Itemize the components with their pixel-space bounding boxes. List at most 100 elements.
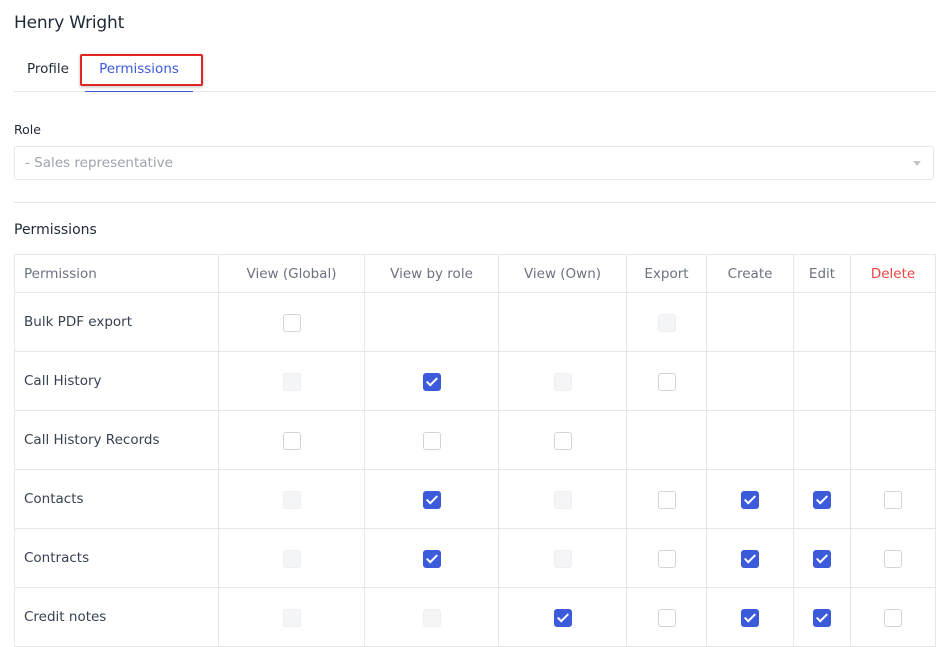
cell-export <box>626 528 707 588</box>
view-global-checkbox[interactable] <box>282 313 301 332</box>
col-edit: Edit <box>793 254 851 293</box>
cell-create <box>706 469 794 529</box>
create-checkbox[interactable] <box>741 490 759 509</box>
permission-name: Contacts <box>14 469 219 529</box>
cell-delete <box>850 528 936 588</box>
view-global-checkbox <box>282 608 301 627</box>
view-by-role-checkbox[interactable] <box>422 431 441 450</box>
cell-export <box>626 351 707 411</box>
col-create: Create <box>706 254 794 293</box>
caret-down-icon <box>913 161 921 166</box>
cell-view-own <box>498 351 627 411</box>
cell-view-by-role <box>364 587 499 647</box>
create-checkbox[interactable] <box>741 549 759 568</box>
export-checkbox[interactable] <box>657 608 676 627</box>
view-by-role-checkbox[interactable] <box>422 490 441 509</box>
tab-permissions[interactable]: Permissions <box>85 54 193 92</box>
view-global-checkbox[interactable] <box>282 431 301 450</box>
cell-view-global <box>218 292 365 352</box>
view-by-role-checkbox[interactable] <box>422 549 441 568</box>
col-export: Export <box>626 254 707 293</box>
cell-view-by-role <box>364 469 499 529</box>
edit-checkbox[interactable] <box>813 608 831 627</box>
table-row: Bulk PDF export <box>14 292 936 352</box>
export-checkbox[interactable] <box>657 549 676 568</box>
cell-create <box>706 528 794 588</box>
cell-view-global <box>218 469 365 529</box>
cell-edit <box>793 587 851 647</box>
cell-export <box>626 587 707 647</box>
cell-delete <box>850 292 936 352</box>
col-view-own: View (Own) <box>498 254 627 293</box>
permissions-table: Permission View (Global) View by role Vi… <box>14 254 936 647</box>
col-view-global: View (Global) <box>218 254 365 293</box>
cell-edit <box>793 351 851 411</box>
view-own-checkbox <box>553 372 572 391</box>
cell-create <box>706 351 794 411</box>
cell-view-by-role <box>364 410 499 470</box>
view-own-checkbox[interactable] <box>553 431 572 450</box>
cell-delete <box>850 587 936 647</box>
permission-name: Call History Records <box>14 410 219 470</box>
cell-create <box>706 292 794 352</box>
view-global-checkbox <box>282 372 301 391</box>
cell-view-own <box>498 587 627 647</box>
cell-view-global <box>218 528 365 588</box>
role-select-value: - Sales representative <box>25 155 173 171</box>
delete-checkbox[interactable] <box>884 608 902 627</box>
create-checkbox[interactable] <box>741 608 759 627</box>
cell-view-by-role <box>364 528 499 588</box>
cell-edit <box>793 292 851 352</box>
delete-checkbox[interactable] <box>884 490 902 509</box>
cell-edit <box>793 469 851 529</box>
cell-delete <box>850 410 936 470</box>
tab-profile[interactable]: Profile <box>27 54 69 91</box>
cell-export <box>626 410 707 470</box>
cell-edit <box>793 528 851 588</box>
edit-checkbox[interactable] <box>813 490 831 509</box>
table-row: Contacts <box>14 469 936 529</box>
view-own-checkbox <box>553 490 572 509</box>
view-by-role-checkbox[interactable] <box>422 372 441 391</box>
cell-delete <box>850 351 936 411</box>
permission-name: Credit notes <box>14 587 219 647</box>
view-global-checkbox <box>282 490 301 509</box>
cell-view-global <box>218 351 365 411</box>
user-name: Henry Wright <box>14 13 125 33</box>
permission-name: Contracts <box>14 528 219 588</box>
cell-edit <box>793 410 851 470</box>
tab-bar: Profile Permissions <box>14 54 936 92</box>
delete-checkbox[interactable] <box>884 549 902 568</box>
cell-view-own <box>498 469 627 529</box>
cell-view-global <box>218 410 365 470</box>
export-checkbox[interactable] <box>657 490 676 509</box>
cell-export <box>626 292 707 352</box>
table-row: Call History Records <box>14 410 936 470</box>
role-select[interactable]: - Sales representative <box>14 146 934 180</box>
cell-view-by-role <box>364 292 499 352</box>
table-header-row: Permission View (Global) View by role Vi… <box>14 254 936 293</box>
edit-checkbox[interactable] <box>813 549 831 568</box>
cell-create <box>706 587 794 647</box>
export-checkbox[interactable] <box>657 372 676 391</box>
table-row: Call History <box>14 351 936 411</box>
export-checkbox <box>657 313 676 332</box>
cell-view-own <box>498 528 627 588</box>
cell-export <box>626 469 707 529</box>
section-divider <box>14 202 936 203</box>
cell-view-own <box>498 292 627 352</box>
cell-delete <box>850 469 936 529</box>
col-view-by-role: View by role <box>364 254 499 293</box>
view-global-checkbox <box>282 549 301 568</box>
permission-name: Bulk PDF export <box>14 292 219 352</box>
col-permission: Permission <box>14 254 219 293</box>
table-row: Contracts <box>14 528 936 588</box>
view-by-role-checkbox <box>422 608 441 627</box>
cell-view-global <box>218 587 365 647</box>
view-own-checkbox[interactable] <box>553 608 572 627</box>
view-own-checkbox <box>553 549 572 568</box>
table-row: Credit notes <box>14 587 936 647</box>
permission-name: Call History <box>14 351 219 411</box>
role-label: Role <box>14 122 41 137</box>
cell-view-by-role <box>364 351 499 411</box>
